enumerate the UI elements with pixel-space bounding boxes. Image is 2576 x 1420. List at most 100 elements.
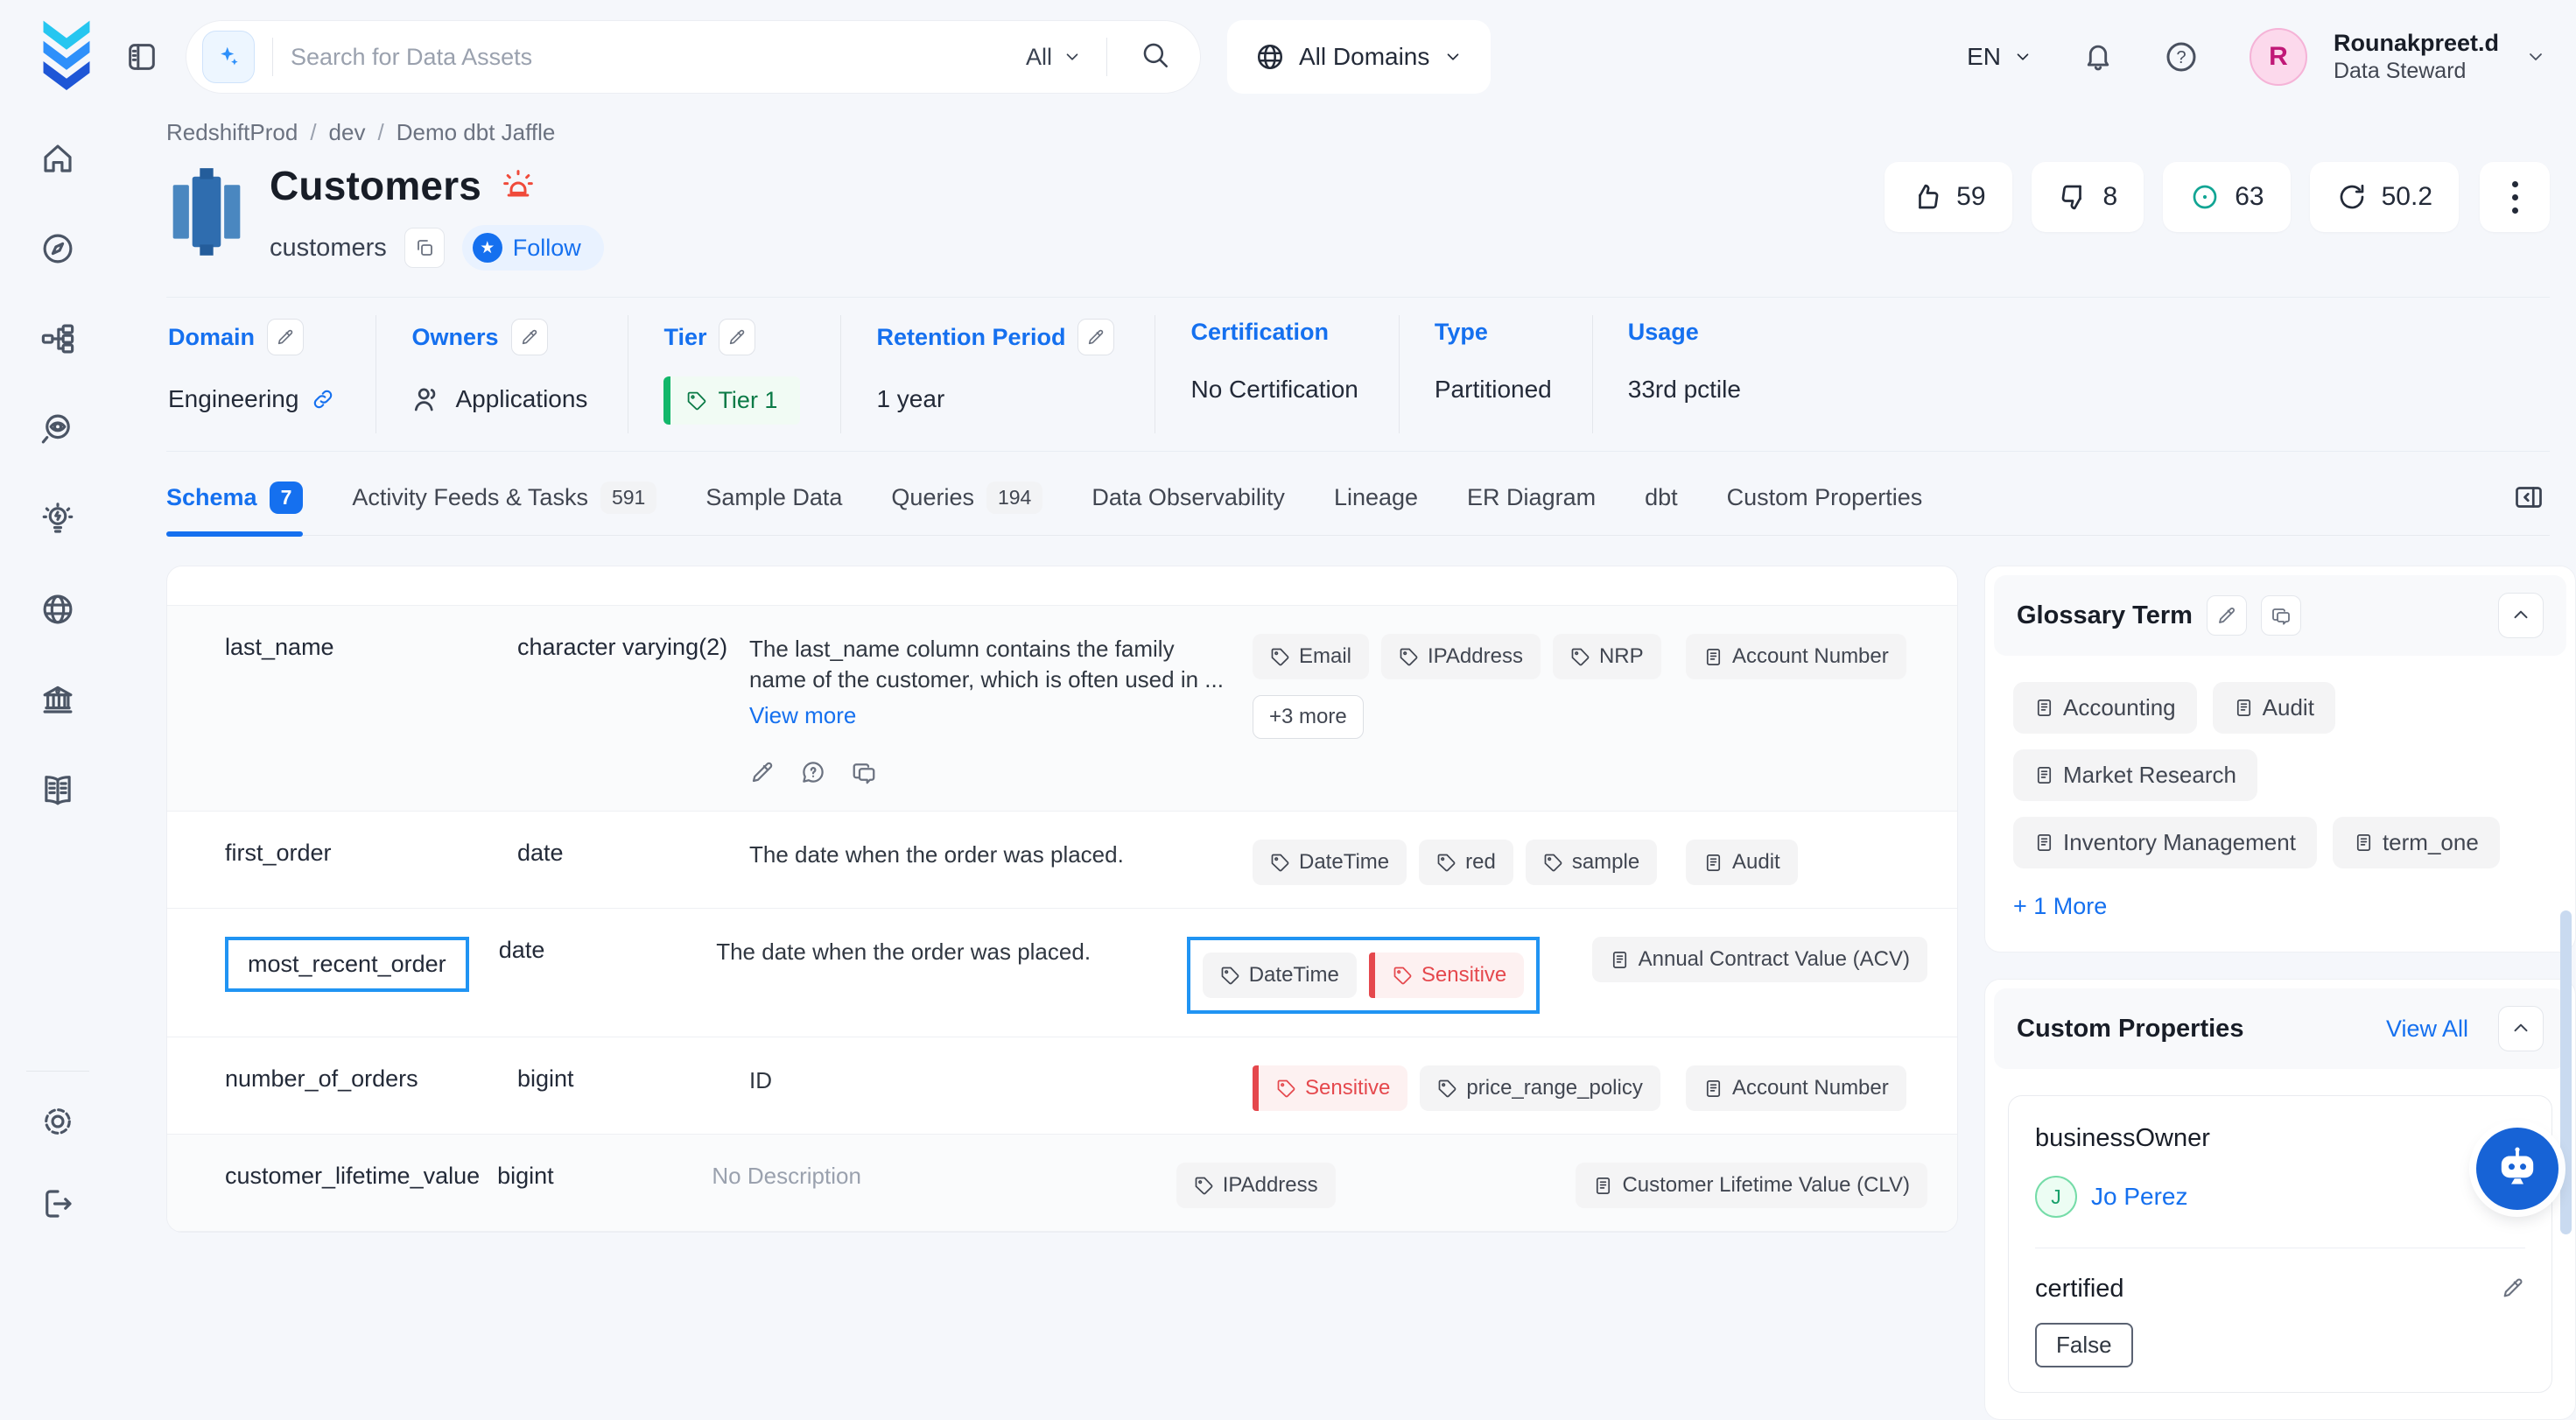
right-panel-toggle-icon[interactable] (2508, 482, 2550, 535)
stat-thumbs-down[interactable]: 8 (2032, 162, 2144, 232)
more-tags-pill[interactable]: +3 more (1253, 695, 1364, 739)
tag-icon (1543, 853, 1563, 873)
column-description: The date when the order was placed. (716, 937, 1169, 967)
tag-pill[interactable]: sample (1526, 840, 1657, 885)
search-scope-dropdown[interactable]: All (1026, 44, 1089, 71)
ai-sparkle-icon[interactable] (202, 31, 255, 83)
tab-sample-data[interactable]: Sample Data (705, 482, 842, 535)
notifications-bell-icon[interactable] (2081, 40, 2115, 74)
tab-data-observability[interactable]: Data Observability (1091, 482, 1285, 535)
lineage-flow-icon[interactable] (38, 319, 78, 359)
glossary-term-pill[interactable]: Market Research (2013, 749, 2257, 801)
chatbot-button[interactable] (2476, 1128, 2558, 1210)
stat-thumbs-up[interactable]: 59 (1885, 162, 2011, 232)
vertical-scrollbar[interactable] (2560, 910, 2572, 1234)
tag-pill[interactable]: red (1419, 840, 1513, 885)
global-search-bar[interactable]: Search for Data Assets All (186, 20, 1201, 94)
edit-icon[interactable] (719, 319, 755, 355)
alert-siren-icon[interactable] (501, 166, 536, 206)
summary-item-certification: CertificationNo Certification (1155, 315, 1398, 433)
tag-pill[interactable]: DateTime (1203, 953, 1357, 998)
search-icon[interactable] (1125, 40, 1186, 74)
follow-button[interactable]: ★ Follow (462, 225, 604, 271)
column-name-cell: customer_lifetime_value (167, 1163, 497, 1208)
edit-description-icon[interactable] (749, 759, 776, 788)
tag-pill[interactable]: Customer Lifetime Value (CLV) (1576, 1163, 1927, 1208)
highlighted-column-name: most_recent_order (225, 937, 469, 992)
pill-label: IPAddress (1428, 644, 1523, 669)
stat-watch[interactable]: 63 (2163, 162, 2290, 232)
view-more-link[interactable]: View more (749, 702, 856, 729)
settings-gear-icon[interactable] (38, 1101, 78, 1142)
glossary-term-pill[interactable]: Accounting (2013, 682, 2197, 734)
tag-pill[interactable]: Audit (1686, 840, 1798, 885)
edit-icon[interactable] (2501, 1276, 2525, 1303)
tab-er-diagram[interactable]: ER Diagram (1467, 482, 1596, 535)
breadcrumb-item[interactable]: Demo dbt Jaffle (397, 119, 556, 146)
edit-icon[interactable] (1077, 319, 1114, 355)
svg-text:?: ? (2176, 48, 2186, 67)
breadcrumb-item[interactable]: RedshiftProd (166, 119, 298, 146)
tab-custom-properties[interactable]: Custom Properties (1727, 482, 1923, 535)
domains-globe-icon[interactable] (38, 589, 78, 629)
observability-search-eye-icon[interactable] (38, 409, 78, 449)
home-icon[interactable] (38, 138, 78, 179)
edit-pencil-icon (520, 327, 539, 347)
logout-icon[interactable] (38, 1184, 78, 1224)
edit-icon[interactable] (511, 319, 548, 355)
user-avatar[interactable]: R (2250, 28, 2307, 86)
domains-filter-button[interactable]: All Domains (1227, 20, 1491, 94)
tab-schema[interactable]: Schema7 (166, 482, 303, 535)
glossary-book-icon[interactable] (38, 770, 78, 810)
help-icon[interactable]: ? (2164, 39, 2199, 74)
glossary-term-pill[interactable]: term_one (2333, 817, 2500, 868)
governance-bank-icon[interactable] (38, 679, 78, 720)
description-conversation-icon[interactable] (851, 759, 877, 788)
tag-pill[interactable]: Email (1253, 634, 1369, 679)
tag-pill[interactable]: IPAddress (1176, 1163, 1336, 1208)
request-description-icon[interactable] (800, 759, 826, 788)
sensitive-tag-pill[interactable]: Sensitive (1253, 1065, 1407, 1111)
collapse-chevron-icon[interactable] (2498, 593, 2544, 638)
glossary-term-pill[interactable]: Inventory Management (2013, 817, 2317, 868)
glossary-more-link[interactable]: + 1 More (2013, 893, 2107, 920)
edit-icon[interactable] (2207, 595, 2247, 636)
tab-lineage[interactable]: Lineage (1334, 482, 1418, 535)
tab-queries[interactable]: Queries194 (891, 482, 1042, 535)
breadcrumb-item[interactable]: dev (329, 119, 366, 146)
collapse-chevron-icon[interactable] (2498, 1006, 2544, 1051)
language-dropdown[interactable]: EN (1967, 43, 2032, 71)
user-menu[interactable]: Rounakpreet.d Data Steward (2334, 29, 2499, 86)
edit-pencil-icon (749, 759, 776, 785)
stat-refresh[interactable]: 50.2 (2310, 162, 2459, 232)
tag-pill[interactable]: DateTime (1253, 840, 1407, 885)
table-row: first_orderdateThe date when the order w… (167, 812, 1957, 909)
stat-value: 50.2 (2382, 182, 2432, 212)
pill-label: Audit (1732, 850, 1780, 875)
tab-dbt[interactable]: dbt (1645, 482, 1678, 535)
tab-activity-feeds-tasks[interactable]: Activity Feeds & Tasks591 (352, 482, 656, 535)
glossary-term-pill[interactable]: Audit (2213, 682, 2335, 734)
entity-stats: 59 8 63 50.2 (1885, 162, 2460, 232)
view-all-link[interactable]: View All (2386, 1016, 2468, 1043)
app-logo[interactable] (35, 19, 98, 95)
comment-icon[interactable] (2261, 595, 2301, 636)
explore-compass-icon[interactable] (38, 228, 78, 269)
sensitive-tag-pill[interactable]: Sensitive (1369, 953, 1524, 998)
user-menu-chevron-icon[interactable] (2525, 46, 2546, 67)
tier-badge[interactable]: Tier 1 (663, 376, 800, 425)
more-options-kebab-button[interactable] (2480, 162, 2550, 232)
tag-pill[interactable]: Account Number (1686, 1065, 1906, 1111)
tag-pill[interactable]: price_range_policy (1420, 1065, 1660, 1111)
tag-pill[interactable]: Account Number (1686, 634, 1906, 679)
term-label: Accounting (2063, 694, 2176, 721)
tag-pill[interactable]: IPAddress (1381, 634, 1541, 679)
sidebar-toggle-icon[interactable] (124, 39, 159, 74)
tag-pill[interactable]: Annual Contract Value (ACV) (1592, 937, 1927, 982)
insights-bulb-icon[interactable] (38, 499, 78, 539)
owner-link[interactable]: Jo Perez (2091, 1183, 2188, 1211)
pill-label: Account Number (1732, 644, 1889, 669)
copy-icon[interactable] (404, 228, 445, 268)
tag-pill[interactable]: NRP (1553, 634, 1661, 679)
edit-icon[interactable] (267, 319, 304, 355)
